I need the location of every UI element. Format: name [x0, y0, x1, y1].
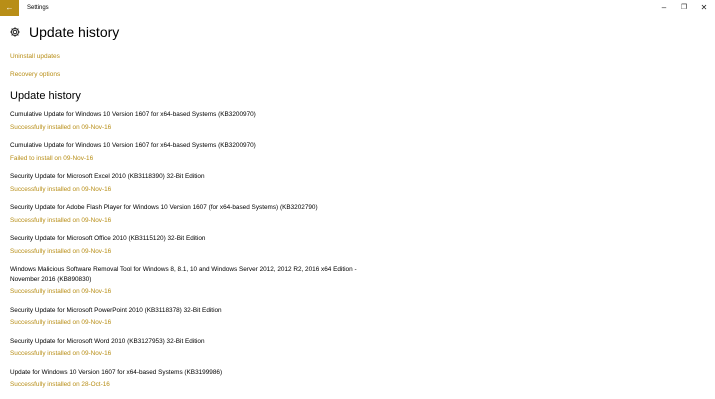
list-item: Windows Malicious Software Removal Tool …: [10, 265, 380, 297]
restore-button[interactable]: ❐: [677, 2, 691, 14]
list-item: Security Update for Microsoft PowerPoint…: [10, 306, 380, 328]
update-name: Update for Windows 10 Version 1607 for x…: [10, 368, 223, 376]
list-item: Security Update for Microsoft Word 2010 …: [10, 337, 380, 359]
close-button[interactable]: ✕: [697, 2, 711, 14]
list-item: Update for Windows 10 Version 1607 for x…: [10, 368, 380, 390]
update-status-link[interactable]: Successfully installed on 09-Nov-16: [10, 287, 380, 297]
minimize-button[interactable]: –: [657, 2, 671, 14]
update-name: Security Update for Microsoft PowerPoint…: [10, 306, 222, 314]
recovery-options-link[interactable]: Recovery options: [10, 70, 60, 79]
page-title: Update history: [29, 24, 120, 40]
list-item: Security Update for Adobe Flash Player f…: [10, 203, 380, 225]
update-status-link[interactable]: Failed to install on 09-Nov-16: [10, 154, 380, 164]
update-status-link[interactable]: Successfully installed on 09-Nov-16: [10, 349, 380, 359]
update-list: Cumulative Update for Windows 10 Version…: [10, 110, 380, 399]
update-name: Security Update for Microsoft Word 2010 …: [10, 337, 205, 345]
back-arrow-icon: ←: [5, 3, 14, 12]
window-title: Settings: [27, 5, 49, 11]
update-status-link[interactable]: Successfully installed on 09-Nov-16: [10, 318, 380, 328]
update-status-link[interactable]: Successfully installed on 09-Nov-16: [10, 123, 380, 133]
update-name: Cumulative Update for Windows 10 Version…: [10, 142, 256, 149]
update-name: Security Update for Microsoft Excel 2010…: [10, 173, 205, 180]
gear-icon: [10, 27, 20, 37]
update-name: Windows Malicious Software Removal Tool …: [10, 266, 357, 283]
list-item: Security Update for Microsoft Office 201…: [10, 234, 380, 256]
uninstall-updates-link[interactable]: Uninstall updates: [10, 52, 60, 61]
title-bar: ← Settings – ❐ ✕: [0, 0, 715, 16]
update-status-link[interactable]: Successfully installed on 09-Nov-16: [10, 247, 380, 257]
update-name: Security Update for Microsoft Office 201…: [10, 235, 206, 242]
update-status-link[interactable]: Successfully installed on 09-Nov-16: [10, 185, 380, 195]
update-status-link[interactable]: Successfully installed on 28-Oct-16: [10, 380, 380, 390]
list-item: Security Update for Microsoft Excel 2010…: [10, 172, 380, 194]
list-item: Cumulative Update for Windows 10 Version…: [10, 110, 380, 132]
section-title: Update history: [10, 90, 81, 102]
list-item: Cumulative Update for Windows 10 Version…: [10, 141, 380, 163]
update-name: Cumulative Update for Windows 10 Version…: [10, 111, 256, 118]
update-name: Security Update for Adobe Flash Player f…: [10, 204, 318, 211]
update-status-link[interactable]: Successfully installed on 09-Nov-16: [10, 216, 380, 226]
back-button[interactable]: ←: [0, 0, 19, 16]
